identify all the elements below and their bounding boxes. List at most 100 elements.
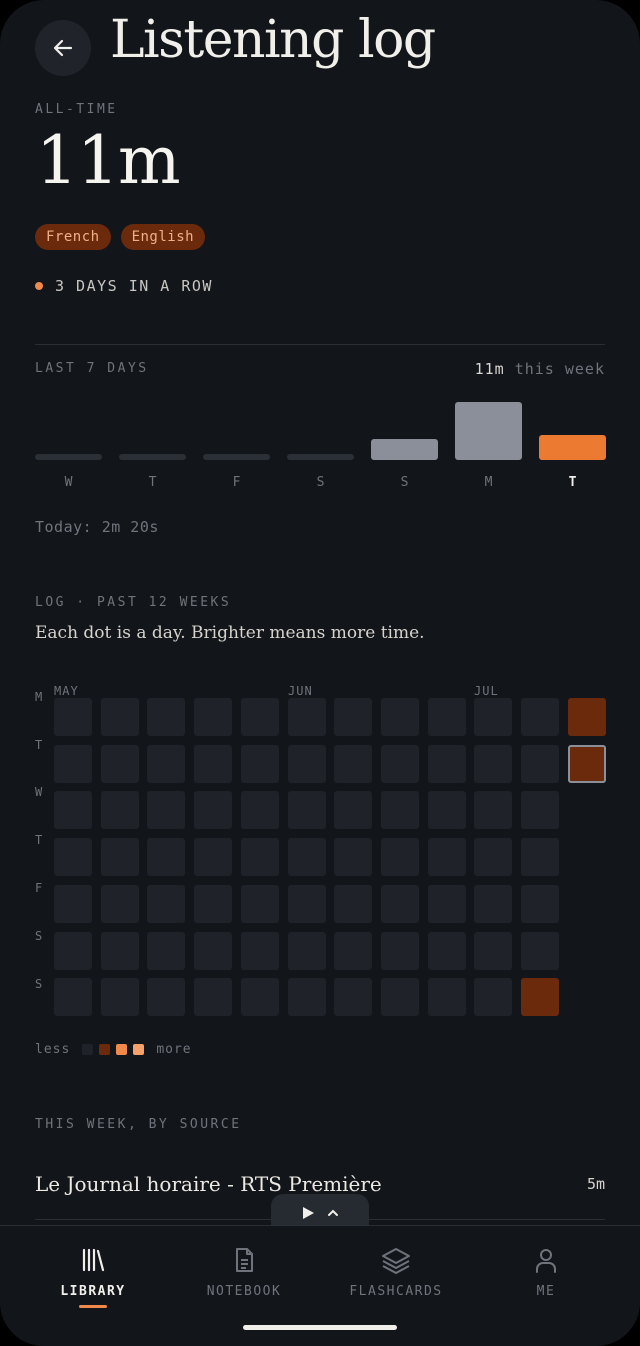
streak-text: 3 DAYS IN A ROW: [55, 277, 213, 295]
heatmap-day-cell[interactable]: [194, 698, 233, 736]
heatmap-day-cell[interactable]: [240, 698, 279, 736]
heatmap-day-cell[interactable]: [240, 884, 279, 923]
heatmap-day-cell[interactable]: [147, 791, 186, 830]
heatmap-day-cell[interactable]: [287, 884, 326, 923]
heatmap-day-cell[interactable]: [287, 791, 326, 830]
heatmap-day-cell[interactable]: [240, 838, 279, 877]
heatmap-day-cell[interactable]: [194, 791, 233, 830]
heatmap-day-cell[interactable]: [380, 698, 419, 736]
heatmap-day-cell[interactable]: [567, 744, 606, 783]
heatmap-day-cell[interactable]: [194, 978, 233, 1017]
heatmap-day-cell[interactable]: [54, 931, 92, 970]
weekday-label: M: [35, 690, 43, 704]
heatmap-day-cell[interactable]: [334, 838, 373, 877]
heatmap-day-cell[interactable]: [334, 978, 373, 1017]
last-7-days-label: LAST 7 DAYS: [35, 361, 149, 376]
heatmap-day-cell[interactable]: [427, 791, 466, 830]
heatmap-day-cell[interactable]: [427, 744, 466, 783]
heatmap-day-cell[interactable]: [54, 838, 92, 877]
heatmap-day-cell[interactable]: [194, 884, 233, 923]
heatmap-day-cell[interactable]: [334, 698, 373, 736]
chevron-up-icon[interactable]: [327, 1207, 339, 1219]
tab-flashcards[interactable]: FLASHCARDS: [320, 1246, 472, 1299]
heatmap-day-cell[interactable]: [100, 978, 139, 1017]
tab-notebook[interactable]: NOTEBOOK: [168, 1246, 320, 1299]
heatmap-day-cell[interactable]: [147, 978, 186, 1017]
language-chip[interactable]: French: [35, 224, 111, 250]
heatmap-day-cell[interactable]: [54, 978, 92, 1017]
heatmap-day-cell[interactable]: [474, 978, 513, 1017]
heatmap-day-cell[interactable]: [334, 791, 373, 830]
heatmap-day-cell[interactable]: [100, 838, 139, 877]
play-icon[interactable]: [301, 1206, 315, 1220]
heatmap-day-cell[interactable]: [54, 884, 92, 923]
heatmap-day-cell[interactable]: [380, 978, 419, 1017]
heatmap-day-cell[interactable]: [521, 931, 559, 970]
heatmap-day-cell[interactable]: [474, 884, 513, 923]
heatmap-day-cell[interactable]: [240, 931, 279, 970]
heatmap-day-cell[interactable]: [521, 884, 559, 923]
library-icon: [82, 1248, 105, 1272]
heatmap-day-cell[interactable]: [287, 838, 326, 877]
heatmap-day-cell[interactable]: [287, 698, 326, 736]
arrow-left-icon: [53, 39, 73, 57]
heatmap-day-cell[interactable]: [474, 791, 513, 830]
heatmap-day-cell[interactable]: [147, 698, 186, 736]
heatmap-day-cell[interactable]: [240, 744, 279, 783]
heatmap-day-cell[interactable]: [334, 884, 373, 923]
heatmap-day-cell[interactable]: [521, 698, 559, 736]
heatmap-day-cell[interactable]: [474, 838, 513, 877]
heatmap-day-cell[interactable]: [287, 744, 326, 783]
log-description: Each dot is a day. Brighter means more t…: [35, 623, 425, 643]
day-bar: [35, 454, 102, 460]
heatmap-day-cell[interactable]: [474, 698, 513, 736]
heatmap-day-cell[interactable]: [334, 931, 373, 970]
heatmap-day-cell[interactable]: [194, 931, 233, 970]
heatmap-day-cell[interactable]: [427, 698, 466, 736]
heatmap-day-cell[interactable]: [147, 884, 186, 923]
heatmap-day-cell[interactable]: [427, 884, 466, 923]
back-button[interactable]: [35, 20, 91, 76]
streak-dot-icon: [35, 282, 43, 290]
heatmap-day-cell[interactable]: [380, 931, 419, 970]
heatmap-day-cell[interactable]: [147, 931, 186, 970]
heatmap-day-cell[interactable]: [54, 698, 92, 736]
heatmap-day-cell[interactable]: [380, 744, 419, 783]
heatmap-day-cell[interactable]: [427, 931, 466, 970]
heatmap-day-cell[interactable]: [100, 698, 139, 736]
heatmap-day-cell[interactable]: [54, 791, 92, 830]
tab-library[interactable]: LIBRARY: [17, 1246, 169, 1308]
heatmap-day-cell[interactable]: [54, 744, 92, 783]
heatmap-day-cell[interactable]: [100, 744, 139, 783]
heatmap-day-cell[interactable]: [287, 931, 326, 970]
heatmap-day-cell[interactable]: [334, 744, 373, 783]
heatmap-day-cell[interactable]: [287, 978, 326, 1017]
heatmap-day-cell[interactable]: [194, 838, 233, 877]
source-row[interactable]: Le Journal horaire - RTS Première 5m: [35, 1172, 605, 1196]
heatmap-day-cell[interactable]: [380, 884, 419, 923]
heatmap-day-cell[interactable]: [100, 884, 139, 923]
heatmap-day-cell[interactable]: [147, 744, 186, 783]
heatmap-day-cell[interactable]: [521, 744, 559, 783]
heatmap-day-cell[interactable]: [521, 978, 559, 1017]
heatmap-day-cell[interactable]: [240, 791, 279, 830]
language-chip[interactable]: English: [120, 224, 206, 250]
heatmap-day-cell[interactable]: [474, 931, 513, 970]
heatmap-day-cell[interactable]: [194, 744, 233, 783]
month-label: MAY: [54, 684, 79, 698]
heatmap-day-cell[interactable]: [427, 838, 466, 877]
heatmap-day-cell[interactable]: [240, 978, 279, 1017]
tab-me[interactable]: ME: [470, 1246, 622, 1299]
heatmap-day-cell[interactable]: [100, 791, 139, 830]
listening-log-screen: Listening log ALL-TIME 11m French Englis…: [0, 0, 640, 1346]
heatmap-day-cell[interactable]: [100, 931, 139, 970]
heatmap-day-cell[interactable]: [474, 744, 513, 783]
heatmap-day-cell[interactable]: [567, 698, 606, 736]
page-title: Listening log: [110, 10, 436, 70]
heatmap-day-cell[interactable]: [427, 978, 466, 1017]
heatmap-day-cell[interactable]: [521, 838, 559, 877]
heatmap-day-cell[interactable]: [380, 838, 419, 877]
heatmap-day-cell[interactable]: [147, 838, 186, 877]
heatmap-day-cell[interactable]: [521, 791, 559, 830]
heatmap-day-cell[interactable]: [380, 791, 419, 830]
